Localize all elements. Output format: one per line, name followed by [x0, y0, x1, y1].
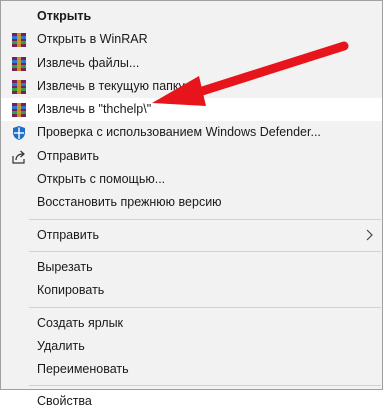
menu-separator	[29, 250, 381, 252]
winrar-icon	[12, 103, 26, 118]
menu-item-extract-files[interactable]: Извлечь файлы...	[1, 52, 382, 75]
menu-item-label: Вырезать	[37, 259, 93, 274]
menu-item-cut[interactable]: Вырезать	[1, 256, 382, 279]
menu-item-open-with[interactable]: Открыть с помощью...	[1, 168, 382, 191]
menu-item-label: Открыть в WinRAR	[37, 32, 148, 47]
menu-item-label: Извлечь в "thchelp\"	[37, 102, 152, 117]
menu-item-open-winrar[interactable]: Открыть в WinRAR	[1, 28, 382, 51]
menu-item-label: Открыть с помощью...	[37, 172, 166, 187]
menu-item-label: Восстановить прежнюю версию	[37, 195, 222, 210]
menu-item-label: Переименовать	[37, 362, 129, 377]
winrar-icon	[12, 33, 26, 48]
menu-item-windows-defender[interactable]: Проверка с использованием Windows Defend…	[1, 121, 382, 144]
menu-item-label: Копировать	[37, 283, 105, 298]
menu-item-send-to[interactable]: Отправить	[1, 224, 382, 247]
menu-item-extract-to-folder[interactable]: Извлечь в "thchelp\"	[1, 98, 382, 122]
menu-item-label: Отправить	[37, 227, 99, 242]
menu-item-label: Создать ярлык	[37, 315, 124, 330]
menu-item-extract-here[interactable]: Извлечь в текущую папку	[1, 75, 382, 98]
windows-defender-icon	[13, 126, 25, 141]
menu-item-delete[interactable]: Удалить	[1, 335, 382, 358]
chevron-right-icon	[366, 229, 373, 241]
menu-item-rename[interactable]: Переименовать	[1, 358, 382, 381]
winrar-icon	[12, 56, 26, 71]
menu-item-share[interactable]: Отправить	[1, 145, 382, 168]
context-menu: Открыть Открыть в WinRAR Извлечь файлы..…	[0, 0, 383, 408]
menu-item-label: Отправить	[37, 148, 99, 163]
menu-separator	[29, 218, 381, 220]
menu-item-create-shortcut[interactable]: Создать ярлык	[1, 312, 382, 335]
menu-item-open[interactable]: Открыть	[1, 5, 382, 28]
menu-item-label: Свойства	[37, 394, 92, 409]
menu-item-label: Открыть	[37, 9, 92, 23]
share-icon	[12, 150, 25, 164]
menu-separator	[29, 385, 381, 387]
menu-item-copy[interactable]: Копировать	[1, 279, 382, 302]
menu-item-restore-previous-version[interactable]: Восстановить прежнюю версию	[1, 191, 382, 214]
menu-item-label: Извлечь файлы...	[37, 55, 140, 70]
winrar-icon	[12, 79, 26, 94]
menu-separator	[29, 306, 381, 308]
menu-item-properties[interactable]: Свойства	[1, 390, 382, 413]
menu-item-label: Проверка с использованием Windows Defend…	[37, 125, 321, 140]
menu-item-label: Удалить	[37, 338, 85, 353]
menu-item-label: Извлечь в текущую папку	[37, 78, 185, 93]
